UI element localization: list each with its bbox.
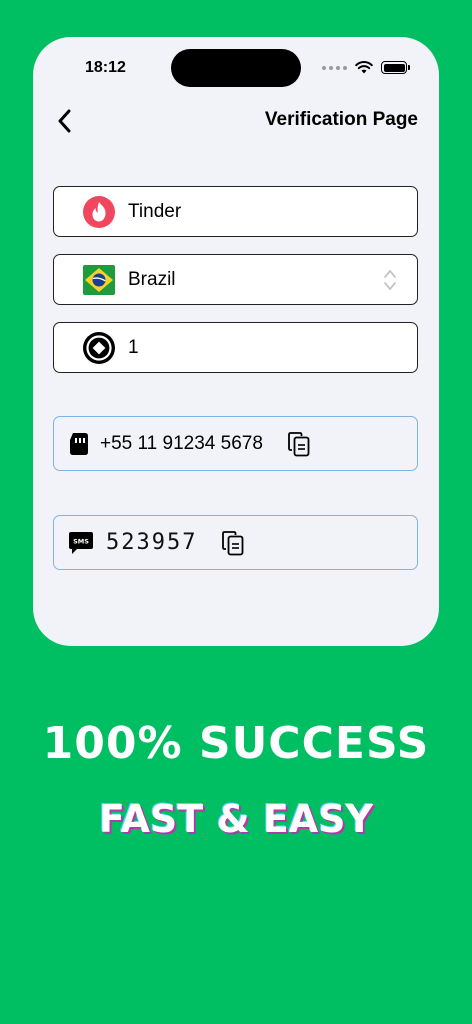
service-label: Tinder <box>128 200 182 222</box>
copy-code-button[interactable] <box>219 528 247 558</box>
sms-code: 523957 <box>106 530 198 555</box>
sms-icon: SMS <box>69 531 93 554</box>
status-time: 18:12 <box>85 59 126 76</box>
tinder-flame-icon <box>82 195 116 229</box>
brazil-flag-icon <box>82 263 116 297</box>
copy-icon <box>222 530 244 555</box>
phone-number-field: +55 11 91234 5678 <box>53 416 418 471</box>
copy-icon <box>288 431 310 456</box>
page-title: Verification Page <box>264 109 418 130</box>
copy-phone-button[interactable] <box>285 429 313 459</box>
country-selector[interactable]: Brazil <box>53 254 418 305</box>
country-label: Brazil <box>128 268 176 290</box>
chevron-up-down-icon <box>384 270 396 290</box>
service-selector[interactable]: Tinder <box>53 186 418 237</box>
status-icons <box>322 61 410 74</box>
phone-screen: 18:12 Verification Page Tinder Brazil 1 … <box>33 37 439 646</box>
battery-icon <box>381 61 410 74</box>
sim-card-icon <box>70 432 88 455</box>
dynamic-island <box>171 49 301 87</box>
wifi-icon <box>355 61 373 74</box>
sms-code-field: SMS 523957 <box>53 515 418 570</box>
chevron-left-icon <box>58 109 71 133</box>
quantity-label: 1 <box>128 336 139 358</box>
quantity-selector[interactable]: 1 <box>53 322 418 373</box>
svg-text:SMS: SMS <box>73 537 89 545</box>
signal-icon <box>322 65 347 70</box>
back-button[interactable] <box>53 107 79 135</box>
promo-subheadline: FAST & EASY <box>98 797 374 841</box>
phone-number: +55 11 91234 5678 <box>100 432 263 454</box>
promo-headline: 100% SUCCESS <box>42 718 430 769</box>
coin-icon <box>82 331 116 365</box>
